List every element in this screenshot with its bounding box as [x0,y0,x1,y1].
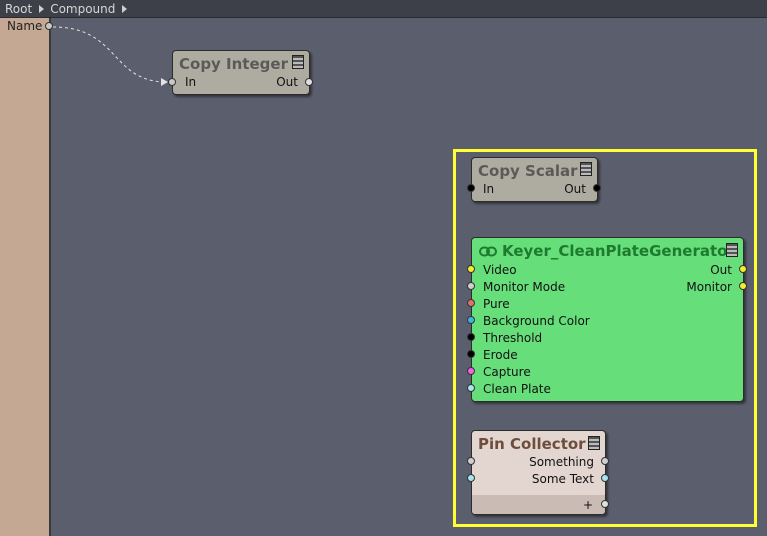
keyer-background-color-port[interactable] [467,316,475,324]
port-label-something: Something [529,455,594,469]
port-label-threshold: Threshold [483,331,543,345]
port-label-video: Video [483,263,517,277]
link-icon [479,246,497,257]
node-title: Copy Integer [179,55,288,73]
copy-scalar-in-port[interactable] [467,184,475,192]
keyer-monitor-mode-port[interactable] [467,282,475,290]
node-menu-icon[interactable] [580,162,592,176]
port-label-erode: Erode [483,348,518,362]
port-label-out: Out [710,263,732,277]
copy-scalar-out-port[interactable] [593,184,601,192]
node-title: Pin Collector [478,435,586,453]
copy-scalar-node[interactable]: Copy Scalar In Out [471,157,598,202]
node-menu-icon[interactable] [726,243,738,257]
keyer-threshold-port[interactable] [467,333,475,341]
pin-some-text-out-port[interactable] [601,474,609,482]
port-label-some-text: Some Text [531,472,594,486]
keyer-capture-port[interactable] [467,367,475,375]
pin-something-in-port[interactable] [467,457,475,465]
node-menu-icon[interactable] [588,436,600,450]
port-label-clean-plate: Clean Plate [483,382,551,396]
port-label-monitor: Monitor [686,280,732,294]
pin-some-text-in-port[interactable] [467,474,475,482]
copy-integer-out-port[interactable] [305,78,313,86]
node-title: Copy Scalar [478,162,578,180]
port-label-out: Out [276,75,298,89]
keyer-video-port[interactable] [467,265,475,273]
port-label-monitor-mode: Monitor Mode [483,280,566,294]
copy-integer-in-port[interactable] [168,78,176,86]
pin-collector-node[interactable]: Pin Collector Something Some Text + [471,430,606,515]
port-label-in: In [185,75,197,89]
node-menu-icon[interactable] [292,55,304,69]
port-label-in: In [483,182,495,196]
keyer-cleanplategenerator-node[interactable]: Keyer_CleanPlateGenerator Video Monitor … [471,237,744,402]
port-label-pure: Pure [483,297,510,311]
port-label-out: Out [564,182,586,196]
pin-something-out-port[interactable] [601,457,609,465]
keyer-out-port[interactable] [739,265,747,273]
port-label-capture: Capture [483,365,531,379]
port-label-background-color: Background Color [483,314,590,328]
keyer-clean-plate-port[interactable] [467,384,475,392]
keyer-erode-port[interactable] [467,350,475,358]
node-title: Keyer_CleanPlateGenerator [502,242,735,260]
add-pin-button[interactable]: + [583,498,593,512]
copy-integer-node[interactable]: Copy Integer In Out [172,50,310,95]
pin-add-port[interactable] [601,500,609,508]
keyer-monitor-port[interactable] [739,282,747,290]
keyer-pure-port[interactable] [467,299,475,307]
